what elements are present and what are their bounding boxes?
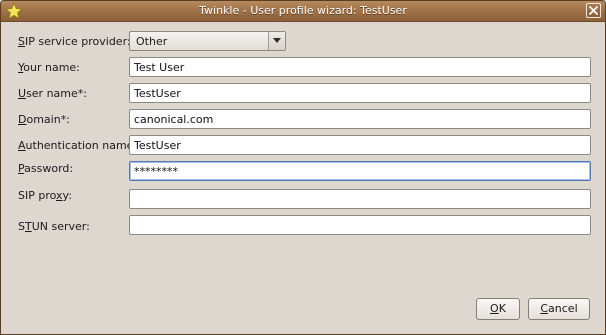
close-button[interactable] [586,3,601,18]
your-name-label: Your name: [18,61,80,74]
your-name-input[interactable] [129,57,591,77]
combo-dropdown-button[interactable] [268,32,285,50]
sip-proxy-label: SIP proxy: [18,189,72,202]
user-name-input[interactable] [129,83,591,103]
auth-name-label: Authentication name: [18,139,138,152]
stun-server-input[interactable] [129,215,591,235]
sip-provider-label: SIP service provider: [18,35,131,48]
password-label: Password: [18,162,74,175]
auth-name-input[interactable] [129,135,591,155]
chevron-down-icon [273,38,281,43]
sip-proxy-input[interactable] [129,189,591,209]
close-icon [589,6,598,15]
ok-button[interactable]: OK [476,298,520,320]
user-name-label: User name*: [18,87,87,100]
stun-server-label: STUN server: [18,220,90,233]
domain-input[interactable] [129,109,591,129]
title-bar[interactable]: Twinkle - User profile wizard: TestUser [1,1,605,22]
window-title: Twinkle - User profile wizard: TestUser [199,4,407,17]
wizard-window: Twinkle - User profile wizard: TestUser … [0,0,606,335]
sip-provider-value: Other [136,35,168,48]
domain-label: Domain*: [18,113,70,126]
cancel-button[interactable]: Cancel [528,298,590,320]
sip-provider-select[interactable]: Other [129,31,286,51]
password-input[interactable] [129,161,591,181]
